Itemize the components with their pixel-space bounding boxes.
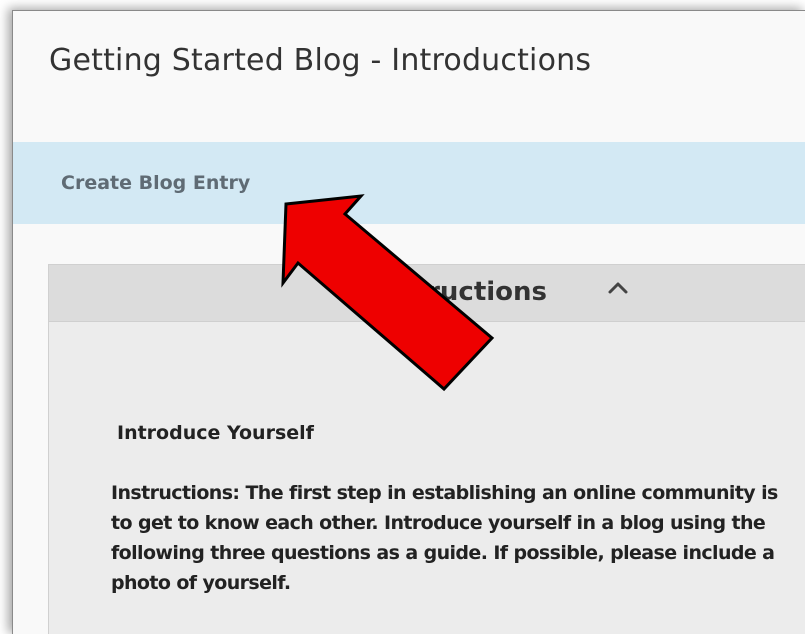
- instructions-header-label: Instructions: [371, 277, 548, 307]
- chevron-up-icon: [608, 282, 628, 294]
- instructions-toggle[interactable]: Instructions: [49, 265, 805, 322]
- action-bar: Create Blog Entry: [13, 142, 805, 224]
- instructions-panel: Instructions Introduce Yourself Instruct…: [48, 264, 805, 634]
- intro-heading: Introduce Yourself: [117, 422, 314, 444]
- screenshot-frame: Getting Started Blog - Introductions Cre…: [0, 0, 805, 634]
- instructions-text: Instructions: The first step in establis…: [111, 482, 778, 594]
- blog-page: Getting Started Blog - Introductions Cre…: [12, 10, 805, 634]
- create-blog-entry-button[interactable]: Create Blog Entry: [61, 172, 250, 194]
- page-title: Getting Started Blog - Introductions: [49, 43, 592, 78]
